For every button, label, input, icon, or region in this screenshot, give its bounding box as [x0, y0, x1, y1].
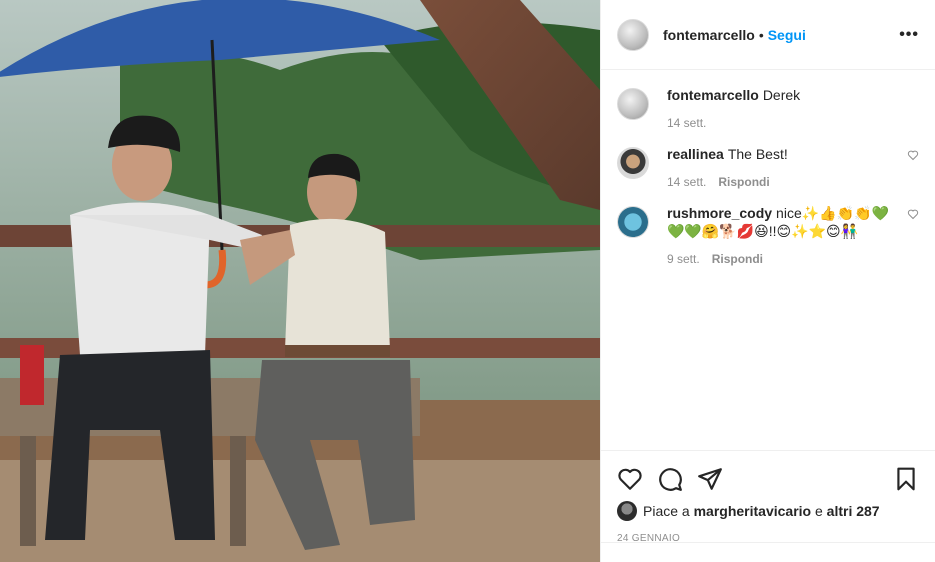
comment-item: rushmore_cody nice✨👍👏👏💚💚💚🤗🐕💋😆!!😊✨⭐😊👫 9 se… [617, 204, 919, 266]
post-photo[interactable] [0, 0, 600, 562]
like-comment-heart-icon[interactable] [907, 149, 919, 161]
instagram-post: fontemarcello • Segui ••• fontemarcello D… [0, 0, 935, 562]
heart-icon[interactable] [617, 466, 643, 492]
author-username[interactable]: fontemarcello [663, 27, 755, 43]
comments-list[interactable]: fontemarcello Derek 14 sett. reallinea The… [601, 70, 935, 450]
caption-meta: 14 sett. [667, 116, 895, 130]
caption-body: Derek [762, 87, 801, 103]
like-comment-heart-icon[interactable] [907, 208, 919, 220]
comment-time[interactable]: 9 sett. [667, 252, 700, 266]
reply-button[interactable]: Rispondi [718, 175, 769, 189]
likes-joiner: e [814, 503, 823, 519]
likes-count-link[interactable]: altri 287 [827, 503, 880, 519]
commenter-avatar[interactable] [617, 147, 649, 179]
paper-plane-icon[interactable] [697, 466, 723, 492]
liker-avatar[interactable] [617, 501, 637, 521]
comment-meta: 14 sett. Rispondi [667, 175, 895, 189]
comment-text: rushmore_cody nice✨👍👏👏💚💚💚🤗🐕💋😆!!😊✨⭐😊👫 [667, 204, 895, 240]
commenter-avatar[interactable] [617, 206, 649, 238]
more-options-icon[interactable]: ••• [899, 26, 919, 44]
comment-body: The Best! [727, 146, 788, 162]
comment-icon[interactable] [657, 466, 683, 492]
post-header: fontemarcello • Segui ••• [601, 0, 935, 70]
comment-username[interactable]: reallinea [667, 146, 724, 162]
post-image [0, 0, 600, 562]
caption-avatar[interactable] [617, 88, 649, 120]
author-avatar[interactable] [617, 18, 649, 51]
follow-button[interactable]: Segui [768, 27, 806, 43]
add-comment-bar [601, 542, 935, 562]
post-sidebar: fontemarcello • Segui ••• fontemarcello D… [600, 0, 935, 562]
action-bar [617, 459, 919, 499]
caption-time[interactable]: 14 sett. [667, 116, 706, 130]
likes-prefix: Piace a [643, 503, 690, 519]
comment-time[interactable]: 14 sett. [667, 175, 706, 189]
bookmark-icon[interactable] [893, 466, 919, 492]
comment-meta: 9 sett. Rispondi [667, 252, 895, 266]
header-separator: • [758, 26, 764, 43]
liked-by-username[interactable]: margheritavicario [694, 503, 812, 519]
comment-username[interactable]: rushmore_cody [667, 205, 772, 221]
likes-summary: Piace a margheritavicario e altri 287 [617, 501, 919, 521]
caption-text: fontemarcello Derek [667, 86, 895, 104]
comment-item: reallinea The Best! 14 sett. Rispondi [617, 145, 919, 189]
reply-button[interactable]: Rispondi [712, 252, 763, 266]
comment-text: reallinea The Best! [667, 145, 895, 163]
caption: fontemarcello Derek 14 sett. [617, 86, 919, 130]
caption-username[interactable]: fontemarcello [667, 87, 759, 103]
